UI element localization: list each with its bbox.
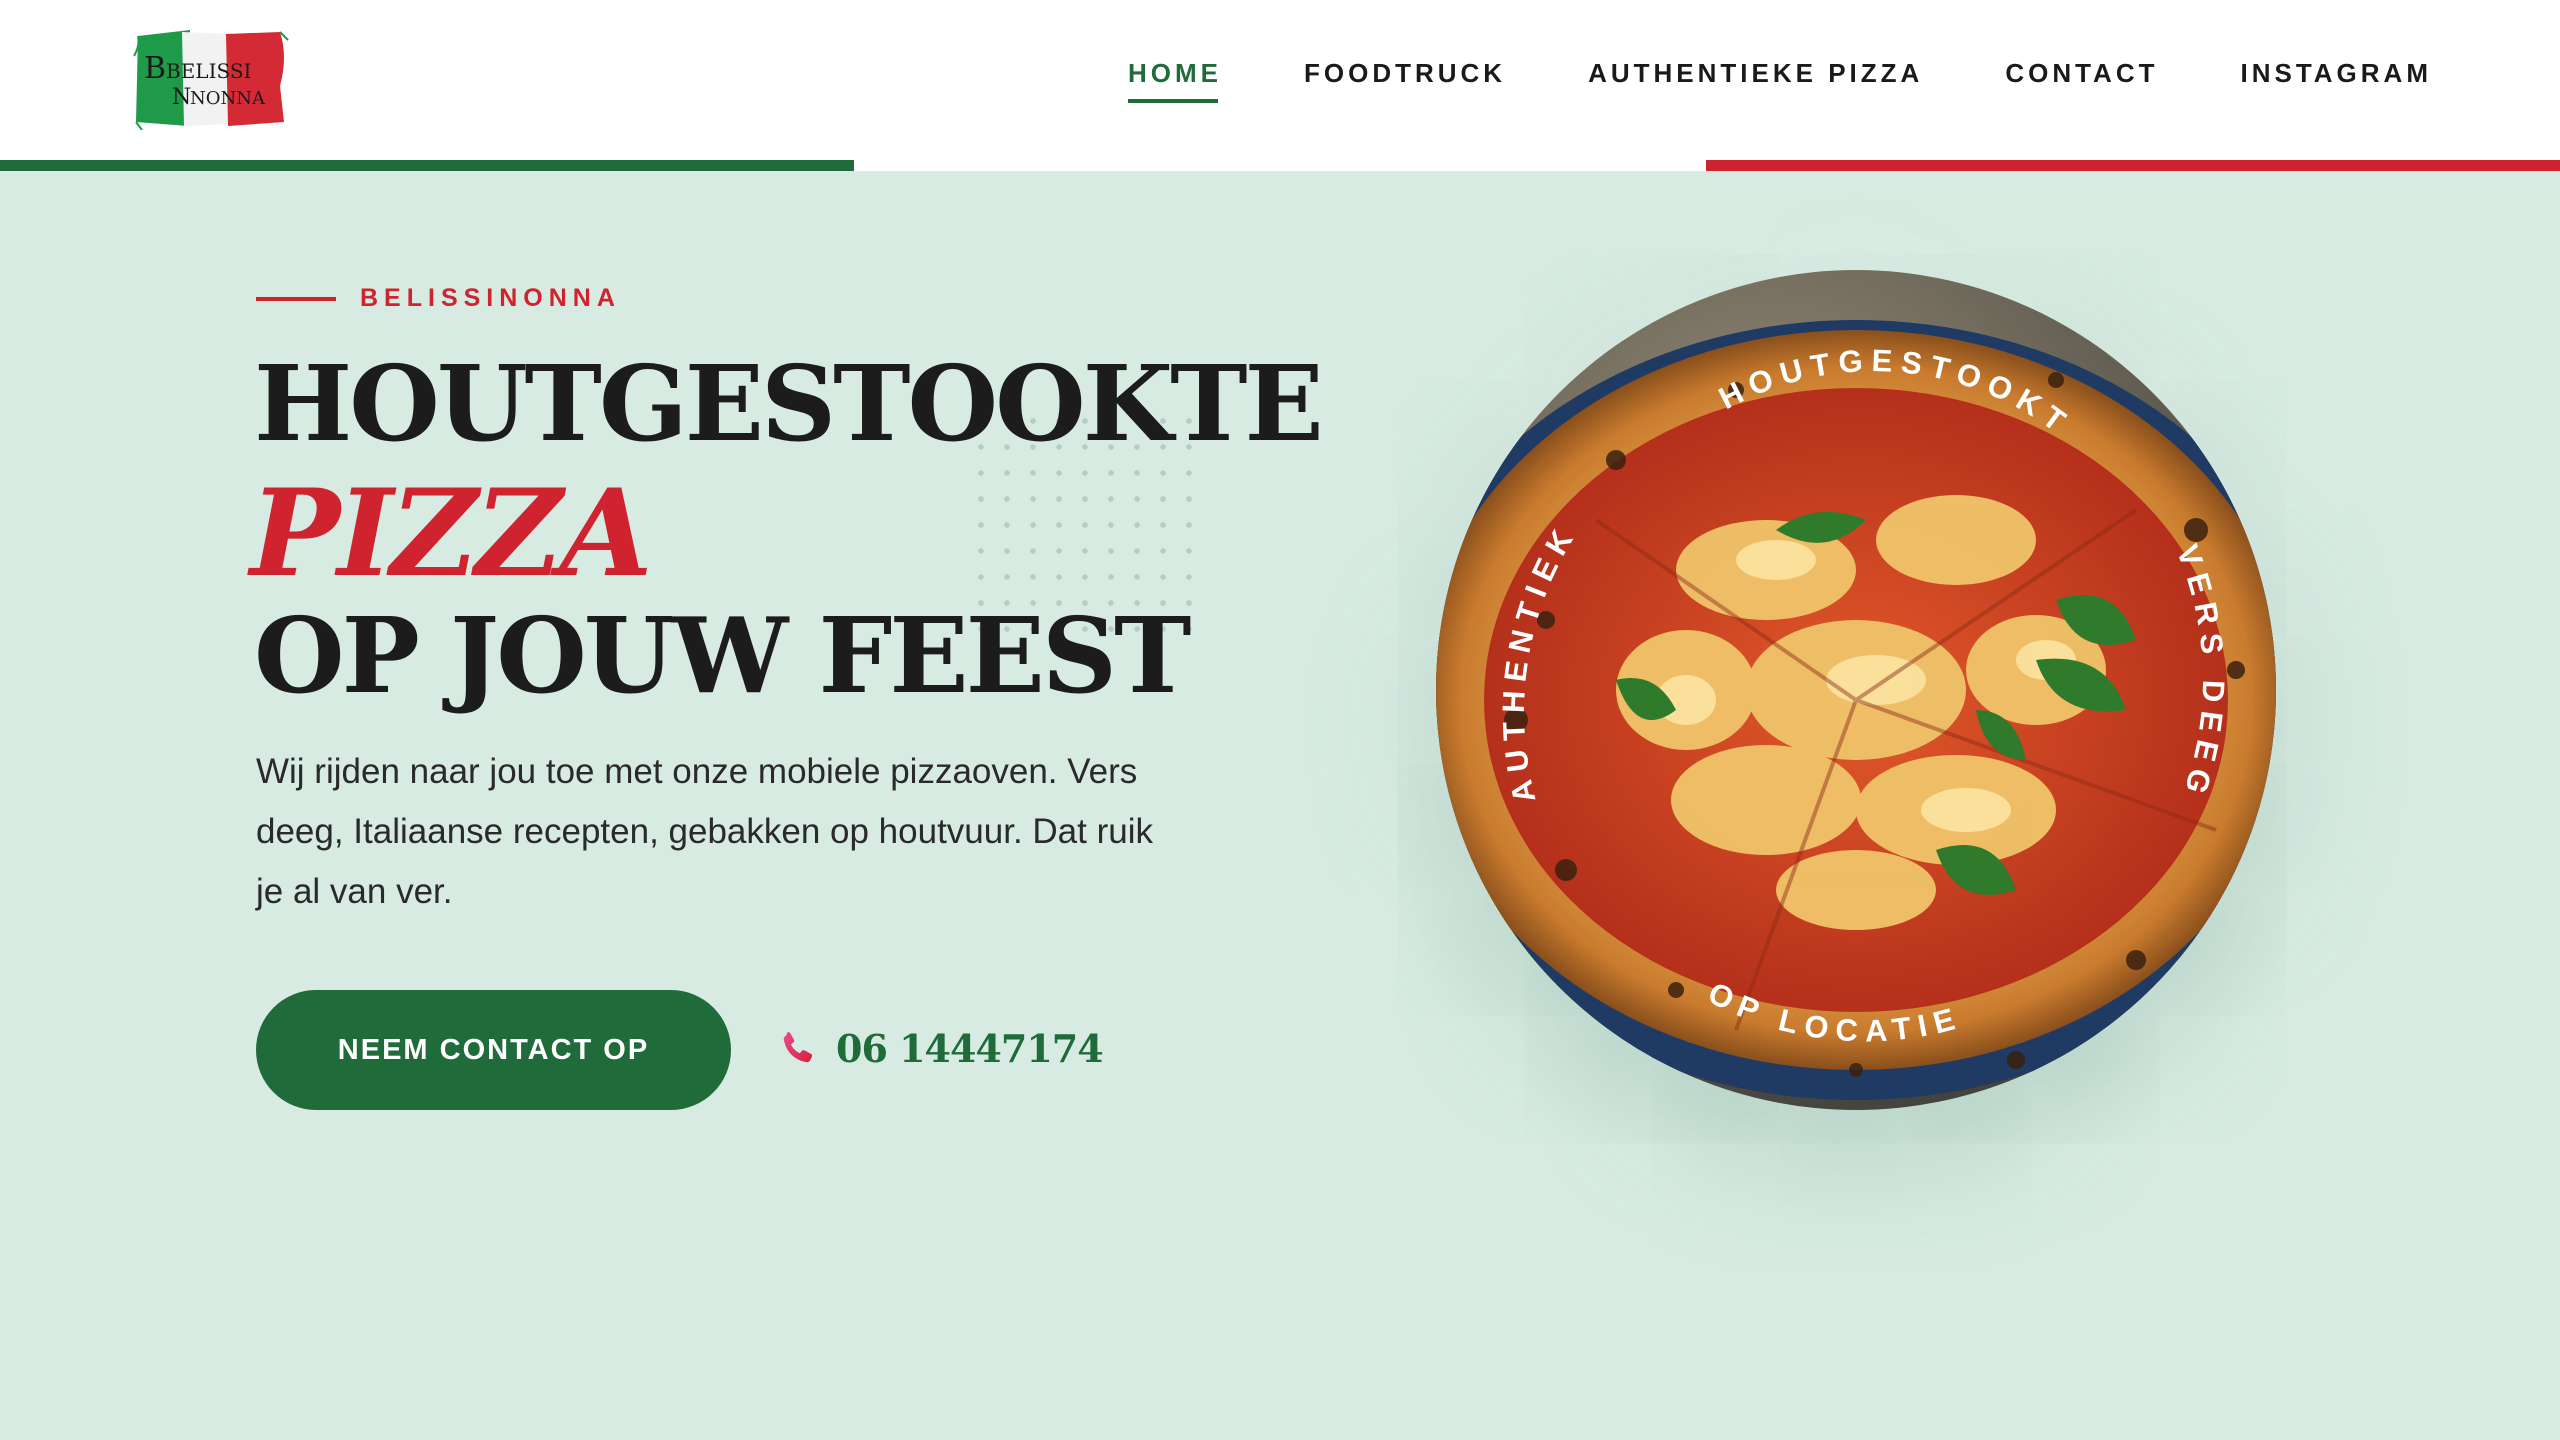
eyebrow-text: BELISSINONNA bbox=[360, 284, 621, 312]
svg-text:AUTHENTIEK: AUTHENTIEK bbox=[1496, 517, 1584, 806]
flag-stripe-white bbox=[854, 160, 1706, 171]
logo-text-1: BELISSI bbox=[166, 59, 251, 83]
nav-item-instagram[interactable]: INSTAGRAM bbox=[2240, 58, 2432, 103]
hero-eyebrow: BELISSINONNA bbox=[256, 284, 621, 313]
nav-item-foodtruck[interactable]: FOODTRUCK bbox=[1304, 58, 1506, 103]
svg-text:OP LOCATIE: OP LOCATIE bbox=[1703, 975, 1966, 1048]
logo-text-2: NONNA bbox=[190, 88, 266, 109]
site-header: B BELISSI N NONNA HOME FOODTRUCK AUTHENT… bbox=[0, 0, 2560, 170]
badge-text-right: VERS DEEG bbox=[2170, 540, 2223, 806]
badge-text-bottom: OP LOCATIE bbox=[1703, 975, 1958, 1048]
svg-text:HOUTGESTOOKT: HOUTGESTOOKT bbox=[1713, 343, 2078, 443]
hero-headline: HOUTGESTOOKTE PIZZA OP JOUW FEEST bbox=[250, 342, 1324, 717]
logo[interactable]: B BELISSI N NONNA bbox=[130, 26, 290, 130]
phone-icon bbox=[783, 1031, 813, 1062]
badge-text-top: HOUTGESTOOKT bbox=[1713, 343, 2070, 443]
flag-stripe-green bbox=[0, 160, 854, 171]
badge-ring-text: HOUTGESTOOKT VERS DEEG OP LOCATIE AUTHEN… bbox=[1496, 343, 2231, 1049]
svg-text:B: B bbox=[144, 51, 166, 86]
headline-line-1: HOUTGESTOOKTE bbox=[254, 342, 1324, 465]
nav-item-home[interactable]: HOME bbox=[1127, 58, 1222, 103]
flag-stripe-red bbox=[1706, 160, 2560, 171]
svg-text:N: N bbox=[172, 85, 191, 110]
pizza-badge: HOUTGESTOOKT VERS DEEG OP LOCATIE AUTHEN… bbox=[1436, 270, 2276, 1110]
nav-item-authentieke-pizza[interactable]: AUTHENTIEKE PIZZA bbox=[1588, 58, 1923, 103]
main-nav: HOME FOODTRUCK AUTHENTIEKE PIZZA CONTACT… bbox=[1127, 58, 2432, 103]
phone-number: 06 14447174 bbox=[836, 1026, 1104, 1071]
phone-link[interactable]: 06 14447174 bbox=[776, 1026, 1104, 1071]
contact-button[interactable]: NEEM CONTACT OP bbox=[256, 990, 731, 1110]
headline-line-3: OP JOUW FEEST bbox=[254, 594, 1191, 717]
svg-text:VERS DEEG: VERS DEEG bbox=[2170, 540, 2231, 806]
nav-item-contact[interactable]: CONTACT bbox=[2005, 58, 2158, 103]
headline-line-2: PIZZA bbox=[250, 463, 653, 604]
badge-text-left: AUTHENTIEK bbox=[1496, 517, 1576, 806]
hero-lead-text: Wij rijden naar jou toe met onze mobiele… bbox=[256, 752, 1153, 911]
logo-mark: B BELISSI N NONNA bbox=[133, 30, 289, 130]
eyebrow-rule bbox=[256, 296, 336, 301]
